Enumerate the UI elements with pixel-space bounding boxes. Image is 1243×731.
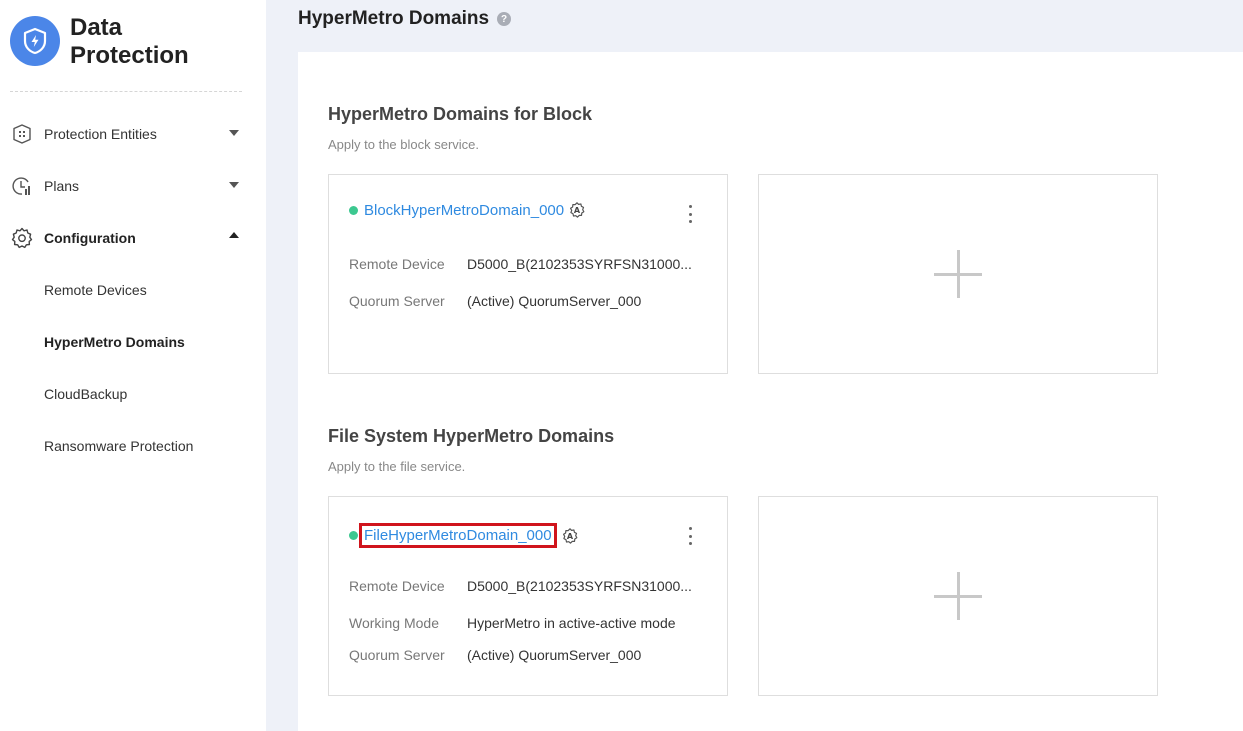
block-domain-link[interactable]: BlockHyperMetroDomain_000 bbox=[364, 202, 564, 219]
add-block-domain-button[interactable] bbox=[758, 174, 1158, 374]
sidebar-item-protection-entities[interactable]: Protection Entities bbox=[0, 108, 266, 160]
card-header: BlockHyperMetroDomain_000 A bbox=[349, 201, 586, 219]
kv-key: Quorum Server bbox=[349, 293, 445, 309]
auto-mode-icon: A bbox=[561, 527, 579, 545]
file-section-title: File System HyperMetro Domains bbox=[328, 426, 615, 446]
help-icon[interactable]: ? bbox=[497, 12, 512, 26]
shield-logo-icon bbox=[10, 16, 60, 66]
block-domain-card: BlockHyperMetroDomain_000 A Remote Devic… bbox=[328, 174, 728, 374]
app-title: Data Protection bbox=[70, 14, 189, 69]
sidebar: Data Protection Protection Entities Plan… bbox=[0, 0, 266, 731]
kv-value: D5000_B(2102353SYRFSN31000... bbox=[467, 578, 692, 594]
kv-row: Remote Device D5000_B(2102353SYRFSN31000… bbox=[349, 256, 692, 272]
entities-icon bbox=[10, 122, 34, 146]
kv-key: Quorum Server bbox=[349, 647, 445, 663]
svg-text:A: A bbox=[574, 206, 581, 215]
status-dot bbox=[349, 205, 358, 215]
sidebar-divider bbox=[10, 91, 242, 92]
page-header: HyperMetro Domains ? bbox=[298, 8, 512, 30]
svg-text:A: A bbox=[566, 532, 573, 541]
sidebar-item-label: Protection Entities bbox=[44, 126, 157, 142]
kv-value: D5000_B(2102353SYRFSN31000... bbox=[467, 256, 692, 272]
kv-value: HyperMetro in active-active mode bbox=[467, 615, 676, 631]
kv-row: Working Mode HyperMetro in active-active… bbox=[349, 615, 676, 631]
block-section-subtitle: Apply to the block service. bbox=[328, 137, 480, 152]
plus-icon-stroke bbox=[957, 250, 960, 298]
chevron-down-icon bbox=[229, 130, 239, 136]
sidebar-item-label: Configuration bbox=[44, 230, 136, 246]
add-file-domain-button[interactable] bbox=[758, 496, 1158, 696]
kv-value: (Active) QuorumServer_000 bbox=[467, 293, 642, 309]
file-domain-link[interactable]: FileHyperMetroDomain_000 bbox=[359, 523, 557, 548]
chevron-down-icon bbox=[229, 182, 239, 188]
sidebar-item-configuration[interactable]: Configuration bbox=[0, 212, 266, 264]
kv-row: Remote Device D5000_B(2102353SYRFSN31000… bbox=[349, 578, 692, 594]
block-section-title: HyperMetro Domains for Block bbox=[328, 104, 593, 124]
kv-row: Quorum Server (Active) QuorumServer_000 bbox=[349, 647, 641, 663]
kv-key: Remote Device bbox=[349, 256, 445, 272]
chevron-up-icon bbox=[229, 232, 239, 238]
status-dot bbox=[349, 531, 358, 540]
card-header: FileHyperMetroDomain_000 A bbox=[349, 523, 579, 548]
sidebar-item-hypermetro-domains[interactable]: HyperMetro Domains bbox=[0, 316, 266, 368]
gear-icon bbox=[10, 226, 34, 250]
auto-mode-icon: A bbox=[568, 201, 586, 219]
sidebar-item-label: Plans bbox=[44, 178, 80, 194]
brand: Data Protection bbox=[10, 14, 200, 70]
kv-key: Remote Device bbox=[349, 578, 445, 594]
more-options-icon[interactable] bbox=[687, 527, 693, 545]
plans-icon bbox=[10, 174, 34, 198]
sidebar-item-remote-devices[interactable]: Remote Devices bbox=[0, 264, 266, 316]
sidebar-item-ransomware-protection[interactable]: Ransomware Protection bbox=[0, 420, 266, 472]
sidebar-item-plans[interactable]: Plans bbox=[0, 160, 266, 212]
sidebar-item-cloudbackup[interactable]: CloudBackup bbox=[0, 368, 266, 420]
page-title: HyperMetro Domains bbox=[298, 8, 490, 29]
plus-icon-stroke bbox=[957, 572, 960, 620]
kv-value: (Active) QuorumServer_000 bbox=[467, 647, 642, 663]
more-options-icon[interactable] bbox=[687, 205, 693, 223]
file-section-subtitle: Apply to the file service. bbox=[328, 459, 466, 474]
kv-key: Working Mode bbox=[349, 615, 440, 631]
kv-row: Quorum Server (Active) QuorumServer_000 bbox=[349, 293, 641, 309]
file-domain-card: FileHyperMetroDomain_000 A Remote Device… bbox=[328, 496, 728, 696]
sidebar-nav: Protection Entities Plans Configuration … bbox=[0, 108, 266, 472]
main-panel: HyperMetro Domains for Block Apply to th… bbox=[298, 52, 1243, 731]
